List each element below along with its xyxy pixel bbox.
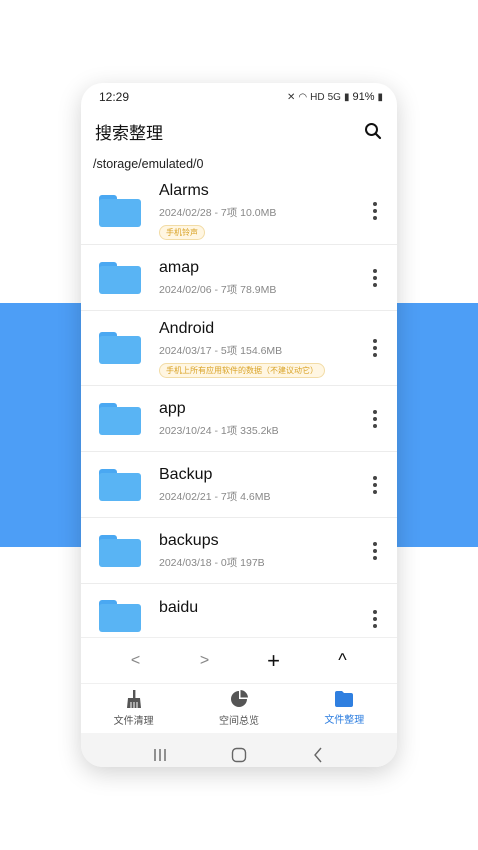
folder-icon — [99, 261, 141, 294]
page-title: 搜索整理 — [95, 123, 163, 143]
home-icon[interactable] — [219, 740, 259, 767]
battery-percent: 91% — [352, 91, 375, 103]
tab-file-clean[interactable]: 文件清理 — [81, 684, 186, 733]
list-item[interactable]: Backup 2024/02/21 - 7项 4.6MB — [81, 452, 397, 518]
file-name: app — [159, 400, 186, 417]
file-meta: 2024/02/21 - 7项 4.6MB — [159, 491, 271, 503]
more-options-icon[interactable] — [365, 541, 385, 560]
list-item[interactable]: Android 2024/03/17 - 5项 154.6MB 手机上所有应用软… — [81, 311, 397, 386]
folder-icon — [335, 691, 354, 707]
folder-icon — [99, 468, 141, 501]
file-list: Alarms 2024/02/28 - 7项 10.0MB 手机铃声 amap … — [81, 177, 397, 637]
folder-icon — [99, 332, 141, 364]
folder-icon — [99, 534, 141, 567]
more-options-icon[interactable] — [365, 475, 385, 494]
file-tag: 手机上所有应用软件的数据（不建议动它） — [159, 362, 325, 378]
back-button[interactable]: < — [116, 646, 156, 676]
search-icon[interactable] — [361, 119, 385, 143]
status-icons: ✕ ◠ HD 5G ▮ 91% ▮ — [287, 91, 383, 103]
up-button[interactable]: ^ — [323, 646, 363, 676]
signal-icon: ▮ — [343, 91, 350, 103]
file-meta: 2024/02/28 - 7项 10.0MB — [159, 207, 277, 219]
file-name: backups — [159, 532, 219, 549]
list-item[interactable]: backups 2024/03/18 - 0项 197B — [81, 518, 397, 584]
recent-apps-icon[interactable] — [140, 740, 180, 767]
list-item[interactable]: baidu — [81, 584, 397, 637]
hd-label: HD — [310, 91, 325, 103]
app-bar: 搜索整理 — [81, 111, 397, 151]
file-meta: 2023/10/24 - 1项 335.2kB — [159, 425, 279, 437]
file-meta: 2024/03/17 - 5项 154.6MB — [159, 344, 283, 357]
add-button[interactable]: + — [254, 646, 294, 676]
status-time: 12:29 — [99, 90, 130, 104]
file-name: Backup — [159, 466, 213, 483]
file-meta: 2024/03/18 - 0项 197B — [159, 557, 265, 569]
stage: 12:29 ✕ ◠ HD 5G ▮ 91% ▮ 搜索整理 /storage/em… — [0, 0, 478, 850]
list-item[interactable]: amap 2024/02/06 - 7项 78.9MB — [81, 245, 397, 311]
file-meta: 2024/02/06 - 7项 78.9MB — [159, 284, 277, 296]
bottom-tab-bar: 文件清理 空间总览 文件整理 — [81, 683, 397, 733]
tab-label: 文件整理 — [324, 715, 365, 726]
system-nav-bar — [81, 733, 397, 767]
more-options-icon[interactable] — [365, 610, 385, 628]
phone-frame: 12:29 ✕ ◠ HD 5G ▮ 91% ▮ 搜索整理 /storage/em… — [81, 83, 397, 767]
tab-file-organize[interactable]: 文件整理 — [292, 684, 397, 733]
file-tag: 手机铃声 — [159, 225, 205, 240]
breadcrumb[interactable]: /storage/emulated/0 — [81, 151, 397, 177]
more-options-icon[interactable] — [365, 268, 385, 287]
back-nav-icon[interactable] — [298, 740, 338, 767]
nav-toolbar: < > + ^ — [81, 637, 397, 683]
wifi-icon: ◠ — [298, 91, 308, 103]
forward-button[interactable]: > — [185, 646, 225, 676]
more-options-icon[interactable] — [365, 339, 385, 357]
folder-icon — [99, 194, 141, 227]
list-item[interactable]: app 2023/10/24 - 1项 335.2kB — [81, 386, 397, 452]
tab-label: 文件清理 — [113, 716, 154, 727]
tab-space-overview[interactable]: 空间总览 — [186, 684, 291, 733]
more-options-icon[interactable] — [365, 201, 385, 220]
more-options-icon[interactable] — [365, 409, 385, 428]
folder-icon — [99, 402, 141, 435]
broom-icon — [126, 690, 141, 708]
file-name: amap — [159, 259, 200, 276]
pie-chart-icon — [230, 690, 248, 707]
file-name: baidu — [159, 599, 199, 616]
mute-icon: ✕ — [287, 91, 296, 103]
tab-label: 空间总览 — [218, 716, 259, 727]
network-label: 5G — [327, 91, 341, 103]
file-name: Android — [159, 319, 215, 337]
status-bar: 12:29 ✕ ◠ HD 5G ▮ 91% ▮ — [81, 83, 397, 111]
list-item[interactable]: Alarms 2024/02/28 - 7项 10.0MB 手机铃声 — [81, 177, 397, 245]
file-name: Alarms — [159, 182, 209, 199]
folder-icon — [99, 600, 141, 632]
battery-icon: ▮ — [377, 91, 383, 103]
